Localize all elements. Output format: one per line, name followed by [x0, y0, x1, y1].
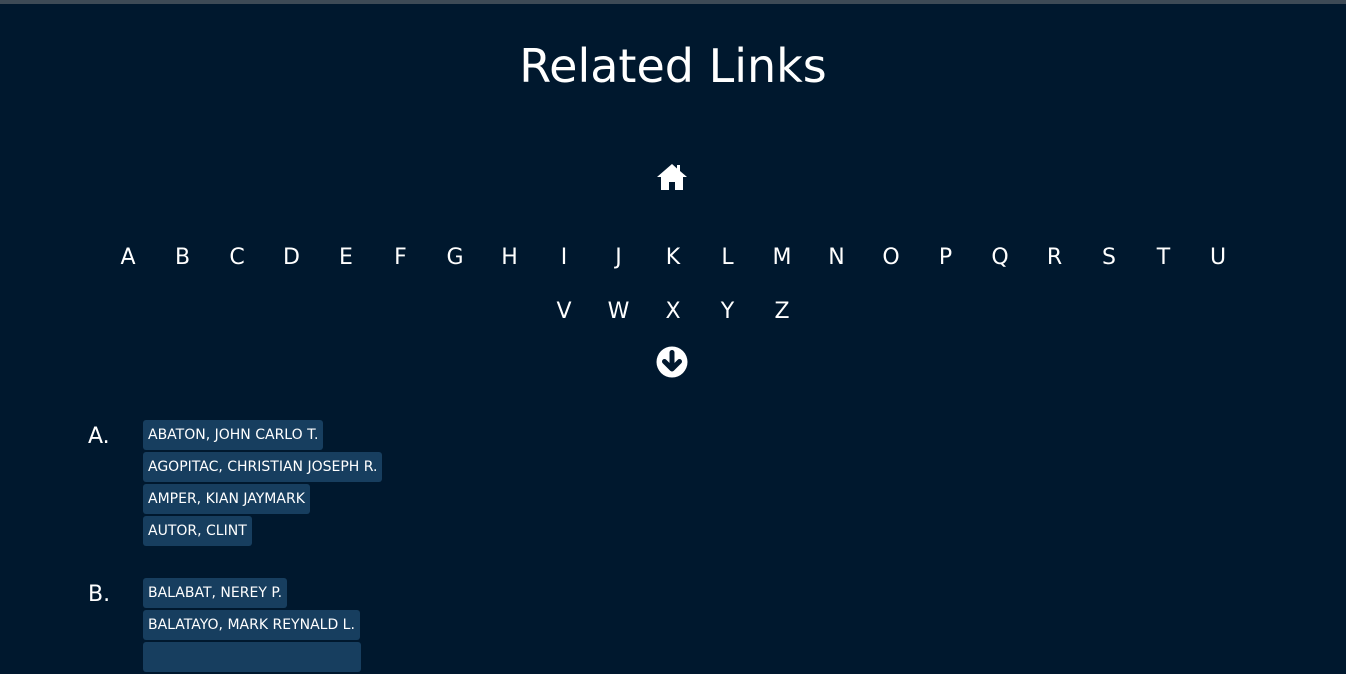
letter-link-p[interactable]: P	[918, 245, 973, 270]
letter-link-i[interactable]: I	[537, 245, 592, 270]
group-letter: B.	[88, 582, 111, 607]
letter-link-v[interactable]: V	[537, 299, 592, 324]
letter-link-r[interactable]: R	[1027, 245, 1082, 270]
alphabet-nav: A B C D E F G H I J K L M N O P Q R S T …	[0, 230, 1346, 338]
name-link-truncated[interactable]	[143, 642, 361, 672]
alphabet-row-1: A B C D E F G H I J K L M N O P Q R S T …	[0, 230, 1346, 284]
name-list: BALABAT, NEREY P. BALATAYO, MARK REYNALD…	[143, 578, 361, 674]
name-link[interactable]: AMPER, KIAN JAYMARK	[143, 484, 310, 514]
name-link[interactable]: BALATAYO, MARK REYNALD L.	[143, 610, 360, 640]
letter-link-f[interactable]: F	[373, 245, 428, 270]
letter-link-x[interactable]: X	[646, 299, 701, 324]
letter-link-y[interactable]: Y	[700, 299, 755, 324]
letter-link-w[interactable]: W	[591, 299, 646, 324]
name-link[interactable]: ABATON, JOHN CARLO T.	[143, 420, 324, 450]
letter-link-l[interactable]: L	[700, 245, 755, 270]
letter-link-h[interactable]: H	[482, 245, 537, 270]
letter-link-k[interactable]: K	[646, 245, 701, 270]
letter-link-d[interactable]: D	[264, 245, 319, 270]
window-top-border	[0, 0, 1346, 4]
group-letter: A.	[88, 424, 110, 449]
letter-link-z[interactable]: Z	[755, 299, 810, 324]
letter-link-m[interactable]: M	[755, 245, 810, 270]
letter-link-g[interactable]: G	[428, 245, 483, 270]
letter-link-s[interactable]: S	[1082, 245, 1137, 270]
letter-link-b[interactable]: B	[155, 245, 210, 270]
arrow-circle-down-icon[interactable]	[656, 346, 688, 378]
page-title: Related Links	[519, 39, 827, 93]
letter-link-q[interactable]: Q	[973, 245, 1028, 270]
name-list: ABATON, JOHN CARLO T. AGOPITAC, CHRISTIA…	[143, 420, 383, 548]
letter-link-u[interactable]: U	[1191, 245, 1246, 270]
letter-link-o[interactable]: O	[864, 245, 919, 270]
letter-link-t[interactable]: T	[1136, 245, 1191, 270]
alphabet-row-2: V W X Y Z	[0, 284, 1346, 338]
home-icon[interactable]	[655, 162, 689, 192]
name-link[interactable]: BALABAT, NEREY P.	[143, 578, 288, 608]
letter-link-j[interactable]: J	[591, 245, 646, 270]
letter-link-e[interactable]: E	[319, 245, 374, 270]
letter-link-a[interactable]: A	[101, 245, 156, 270]
name-link[interactable]: AUTOR, CLINT	[143, 516, 252, 546]
letter-link-n[interactable]: N	[809, 245, 864, 270]
letter-link-c[interactable]: C	[210, 245, 265, 270]
name-link[interactable]: AGOPITAC, CHRISTIAN JOSEPH R.	[143, 452, 383, 482]
